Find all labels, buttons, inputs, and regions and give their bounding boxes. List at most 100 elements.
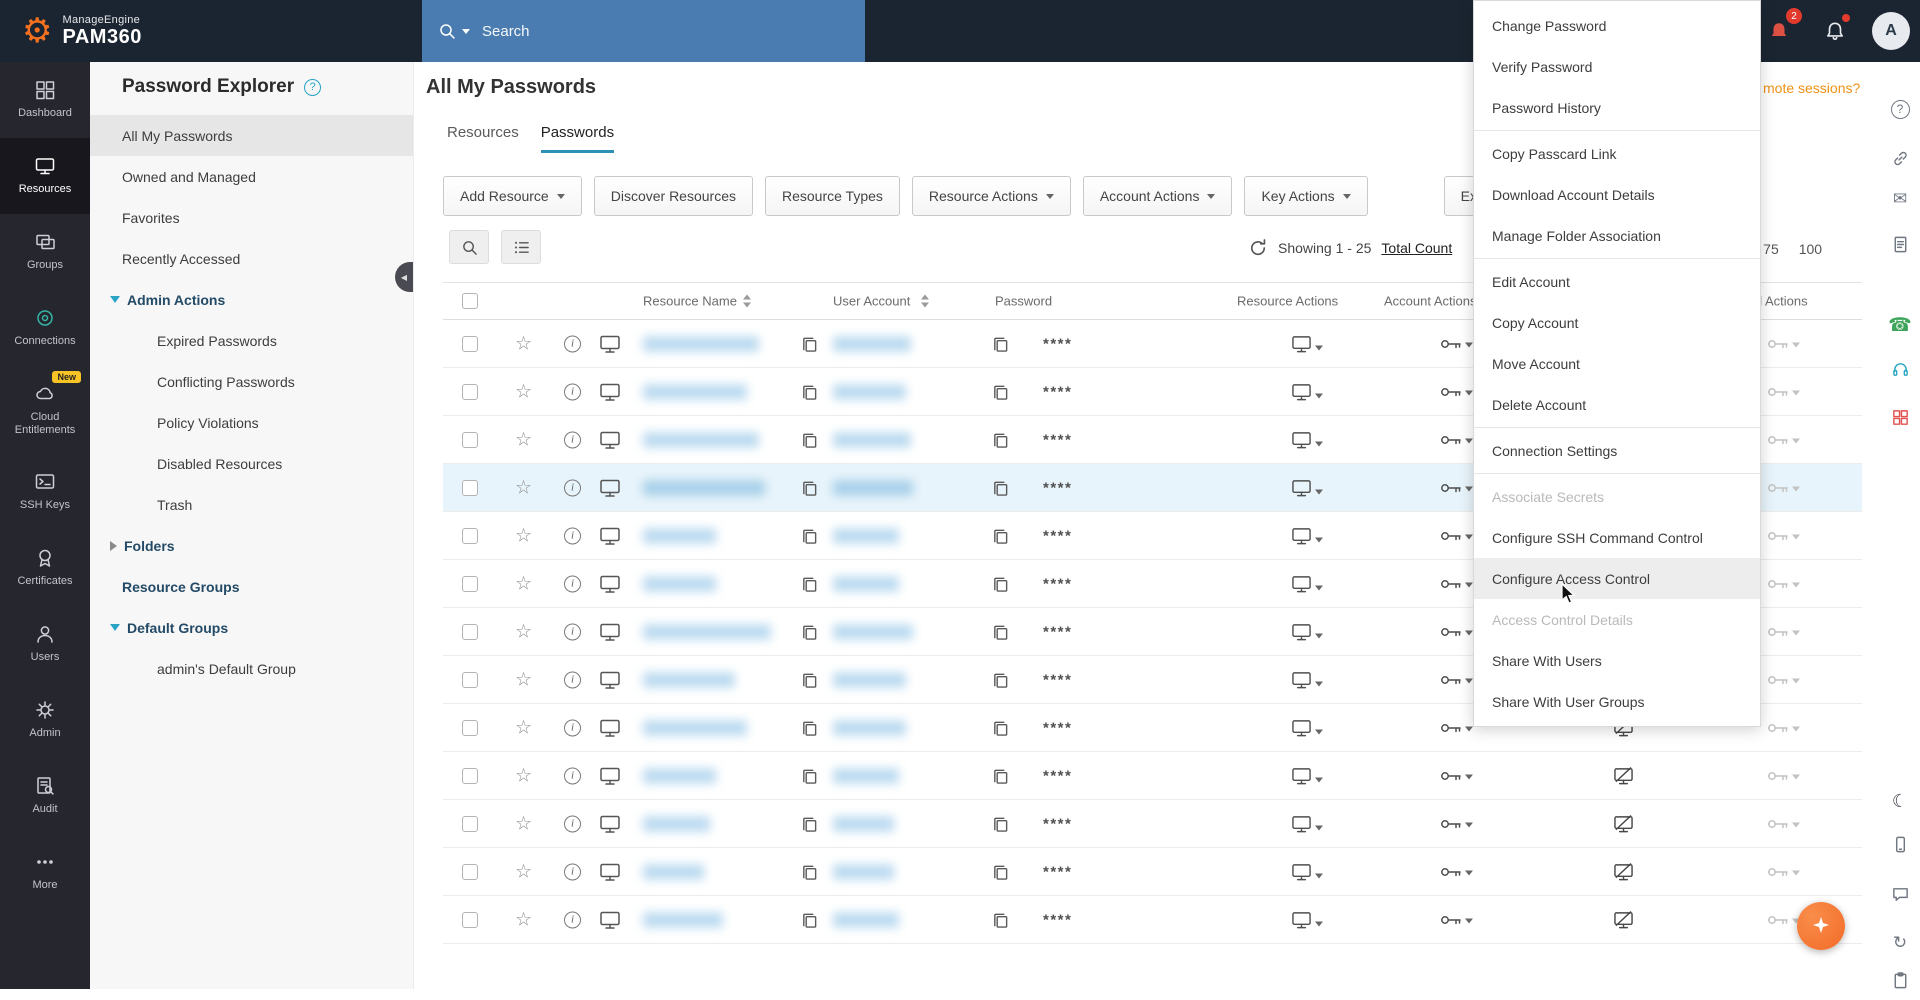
sort-user-account[interactable]: [921, 294, 929, 308]
select-all-checkbox[interactable]: [462, 293, 478, 309]
account-actions-button[interactable]: [1440, 817, 1473, 830]
row-checkbox[interactable]: [462, 527, 478, 544]
page-size-option[interactable]: 75: [1763, 241, 1779, 257]
resource-name-redacted[interactable]: [643, 480, 765, 495]
clipboard-icon[interactable]: [1880, 960, 1920, 1000]
copy-account-icon[interactable]: [801, 479, 818, 496]
resource-actions-button[interactable]: [1291, 622, 1323, 641]
row-checkbox[interactable]: [462, 815, 478, 832]
copy-password-icon[interactable]: [992, 911, 1009, 928]
apps-grid-icon[interactable]: [1880, 397, 1920, 437]
copy-account-icon[interactable]: [801, 767, 818, 784]
account-actions-button[interactable]: [1440, 673, 1473, 686]
remote-session-disabled-icon[interactable]: [1613, 814, 1634, 833]
refresh-icon[interactable]: [1248, 238, 1268, 258]
sync-icon[interactable]: ↻: [1880, 923, 1920, 963]
copy-account-icon[interactable]: [801, 671, 818, 688]
copy-account-icon[interactable]: [801, 431, 818, 448]
password-actions-button[interactable]: [1767, 625, 1800, 638]
nav-cloud-entitlements[interactable]: Cloud Entitlements New: [0, 366, 90, 454]
remote-session-disabled-icon[interactable]: [1613, 766, 1634, 785]
password-actions-button[interactable]: [1767, 433, 1800, 446]
copy-password-icon[interactable]: [992, 815, 1009, 832]
copy-password-icon[interactable]: [992, 383, 1009, 400]
row-checkbox[interactable]: [462, 431, 478, 448]
copy-password-icon[interactable]: [992, 335, 1009, 352]
info-icon[interactable]: i: [564, 623, 581, 640]
explorer-item-all-my-passwords[interactable]: All My Passwords: [90, 115, 413, 156]
favorite-star-icon[interactable]: ☆: [515, 382, 532, 401]
chat-icon[interactable]: [1880, 874, 1920, 914]
nav-connections[interactable]: Connections: [0, 290, 90, 366]
row-checkbox[interactable]: [462, 335, 478, 352]
account-actions-button[interactable]: [1440, 385, 1473, 398]
favorite-star-icon[interactable]: ☆: [515, 526, 532, 545]
toolbar-button[interactable]: Resource Actions: [911, 176, 1071, 216]
row-checkbox[interactable]: [462, 719, 478, 736]
favorite-star-icon[interactable]: ☆: [515, 862, 532, 881]
favorite-star-icon[interactable]: ☆: [515, 814, 532, 833]
row-checkbox[interactable]: [462, 671, 478, 688]
nav-more[interactable]: More: [0, 834, 90, 910]
toolbar-button[interactable]: Add Resource: [443, 176, 582, 216]
account-actions-button[interactable]: [1440, 433, 1473, 446]
explorer-item-disabled-resources[interactable]: Disabled Resources: [90, 443, 413, 484]
explorer-item-admins-default-group[interactable]: admin's Default Group: [90, 648, 413, 689]
row-checkbox[interactable]: [462, 767, 478, 784]
copy-password-icon[interactable]: [992, 575, 1009, 592]
alarm-icon[interactable]: 2: [1760, 8, 1802, 50]
assistant-fab[interactable]: [1797, 902, 1845, 950]
link-icon[interactable]: [1880, 138, 1920, 178]
favorite-star-icon[interactable]: ☆: [515, 478, 532, 497]
resource-name-redacted[interactable]: [643, 432, 759, 447]
feedback-mail-icon[interactable]: ✉: [1880, 179, 1920, 219]
copy-account-icon[interactable]: [801, 815, 818, 832]
filter-search-button[interactable]: [449, 230, 489, 264]
mobile-app-icon[interactable]: [1880, 824, 1920, 864]
nav-groups[interactable]: Groups: [0, 214, 90, 290]
favorite-star-icon[interactable]: ☆: [515, 334, 532, 353]
page-size-option[interactable]: 100: [1799, 241, 1822, 257]
search-input[interactable]: [482, 22, 849, 40]
live-support-headset-icon[interactable]: [1880, 349, 1920, 389]
nav-ssh-keys[interactable]: SSH Keys: [0, 454, 90, 530]
row-checkbox[interactable]: [462, 863, 478, 880]
account-actions-button[interactable]: [1440, 913, 1473, 926]
account-actions-button[interactable]: [1440, 625, 1473, 638]
menu-item[interactable]: Download Account Details: [1474, 174, 1760, 215]
resource-actions-button[interactable]: [1291, 526, 1323, 545]
menu-item[interactable]: Copy Passcard Link: [1474, 133, 1760, 174]
password-actions-button[interactable]: [1767, 385, 1800, 398]
nav-certificates[interactable]: Certificates: [0, 530, 90, 606]
resource-name-redacted[interactable]: [643, 384, 747, 399]
account-actions-button[interactable]: [1440, 865, 1473, 878]
resource-name-redacted[interactable]: [643, 768, 716, 783]
nav-audit[interactable]: Audit: [0, 758, 90, 834]
toolbar-button[interactable]: Account Actions: [1082, 176, 1233, 216]
account-actions-button[interactable]: [1440, 481, 1473, 494]
nav-resources[interactable]: Resources: [0, 138, 90, 214]
info-icon[interactable]: i: [564, 335, 581, 352]
favorite-star-icon[interactable]: ☆: [515, 718, 532, 737]
info-icon[interactable]: i: [564, 527, 581, 544]
password-actions-button[interactable]: [1767, 817, 1800, 830]
password-actions-button[interactable]: [1767, 721, 1800, 734]
copy-account-icon[interactable]: [801, 575, 818, 592]
notifications-bell-icon[interactable]: [1816, 12, 1854, 50]
account-actions-button[interactable]: [1440, 721, 1473, 734]
row-checkbox[interactable]: [462, 479, 478, 496]
toolbar-button[interactable]: Key Actions: [1244, 176, 1368, 216]
explorer-group-admin-actions[interactable]: Admin Actions: [90, 279, 413, 320]
remote-session-disabled-icon[interactable]: [1613, 862, 1634, 881]
menu-item[interactable]: Connection Settings: [1474, 430, 1760, 471]
info-icon[interactable]: i: [564, 671, 581, 688]
menu-item[interactable]: Change Password: [1474, 5, 1760, 46]
copy-account-icon[interactable]: [801, 623, 818, 640]
total-count-link[interactable]: Total Count: [1381, 240, 1452, 256]
tab-resources[interactable]: Resources: [447, 124, 519, 153]
resource-name-redacted[interactable]: [643, 912, 723, 927]
favorite-star-icon[interactable]: ☆: [515, 574, 532, 593]
menu-item[interactable]: Edit Account: [1474, 261, 1760, 302]
toolbar-button[interactable]: Discover Resources: [593, 176, 753, 216]
app-logo[interactable]: ⚙ ManageEngine PAM360: [22, 0, 142, 62]
